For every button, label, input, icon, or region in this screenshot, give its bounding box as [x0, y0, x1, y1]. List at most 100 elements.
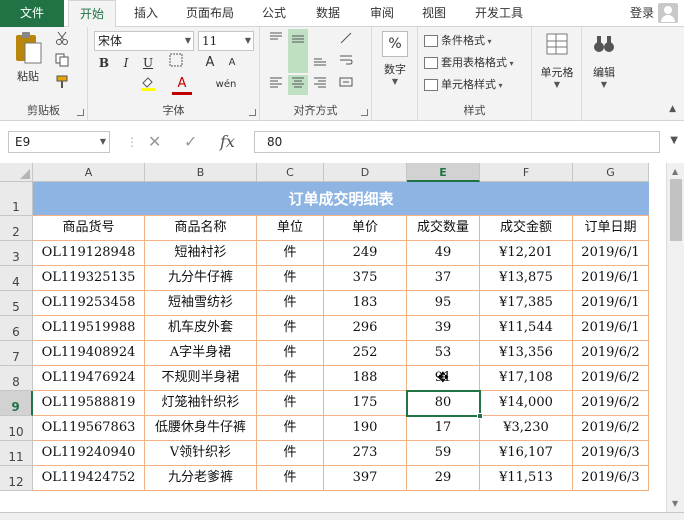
- column-title-cell[interactable]: 商品货号: [33, 216, 145, 241]
- paste-button[interactable]: 粘贴: [8, 31, 48, 95]
- row-header-7[interactable]: 7: [0, 341, 33, 366]
- row-header-4[interactable]: 4: [0, 266, 33, 291]
- tab-page-layout[interactable]: 页面布局: [176, 0, 244, 27]
- confirm-entry-icon[interactable]: ✓: [184, 131, 197, 153]
- table-cell[interactable]: 53: [407, 341, 480, 366]
- table-cell[interactable]: ¥17,108: [480, 366, 573, 391]
- format-as-table-button[interactable]: 套用表格格式 ▾: [424, 53, 514, 73]
- expand-formula-bar-icon[interactable]: ▼: [670, 135, 678, 146]
- table-cell[interactable]: 95: [407, 291, 480, 316]
- table-cell[interactable]: OL119424752: [33, 466, 145, 491]
- align-right-icon[interactable]: [310, 75, 330, 95]
- table-cell[interactable]: 2019/6/2: [573, 366, 649, 391]
- insert-function-icon[interactable]: fx: [220, 131, 235, 153]
- table-cell[interactable]: 175: [324, 391, 407, 416]
- column-header-g[interactable]: G: [573, 163, 649, 182]
- table-cell[interactable]: 短袖雪纺衫: [145, 291, 257, 316]
- table-cell[interactable]: 2019/6/1: [573, 316, 649, 341]
- column-title-cell[interactable]: 成交金额: [480, 216, 573, 241]
- table-cell[interactable]: 2019/6/2: [573, 341, 649, 366]
- column-title-cell[interactable]: 单价: [324, 216, 407, 241]
- cut-icon[interactable]: [52, 31, 72, 51]
- table-cell[interactable]: OL119253458: [33, 291, 145, 316]
- table-cell[interactable]: ¥3,230: [480, 416, 573, 441]
- tab-view[interactable]: 视图: [410, 0, 458, 27]
- table-cell[interactable]: 件: [257, 466, 324, 491]
- worksheet-grid[interactable]: ABCDEFG 1 2 3 4 5 6 7 8 9 10 11 12 订单成交明细表 商品货号 商品名称…: [0, 163, 684, 520]
- clipboard-launcher-icon[interactable]: [77, 109, 84, 116]
- editing-button[interactable]: 编辑 ▼: [584, 31, 624, 95]
- table-cell[interactable]: OL119476924: [33, 366, 145, 391]
- table-cell[interactable]: 375: [324, 266, 407, 291]
- table-cell[interactable]: 190: [324, 416, 407, 441]
- alignment-launcher-icon[interactable]: [361, 109, 368, 116]
- table-cell[interactable]: OL119519988: [33, 316, 145, 341]
- column-title-cell[interactable]: 成交数量: [407, 216, 480, 241]
- format-painter-icon[interactable]: [52, 75, 72, 95]
- table-cell[interactable]: ¥17,385: [480, 291, 573, 316]
- orientation-icon[interactable]: [336, 31, 356, 51]
- merge-center-icon[interactable]: [336, 75, 356, 95]
- user-avatar-icon[interactable]: [658, 3, 678, 23]
- select-all-corner[interactable]: [0, 163, 33, 182]
- table-cell[interactable]: ¥12,201: [480, 241, 573, 266]
- table-cell[interactable]: 件: [257, 241, 324, 266]
- table-cell[interactable]: 灯笼袖针织衫: [145, 391, 257, 416]
- table-cell[interactable]: 39: [407, 316, 480, 341]
- column-header-b[interactable]: B: [145, 163, 257, 182]
- underline-button[interactable]: U: [138, 53, 158, 73]
- column-title-cell[interactable]: 单位: [257, 216, 324, 241]
- table-cell[interactable]: 2019/6/1: [573, 241, 649, 266]
- tab-file[interactable]: 文件: [0, 0, 64, 27]
- table-cell[interactable]: OL119408924: [33, 341, 145, 366]
- row-header-1[interactable]: 1: [0, 182, 33, 216]
- column-header-f[interactable]: F: [480, 163, 573, 182]
- tab-data[interactable]: 数据: [304, 0, 352, 27]
- tab-formulas[interactable]: 公式: [250, 0, 298, 27]
- table-cell[interactable]: ¥14,000: [480, 391, 573, 416]
- borders-icon[interactable]: [166, 53, 186, 73]
- bold-button[interactable]: B: [94, 53, 114, 73]
- table-cell[interactable]: 2019/6/1: [573, 291, 649, 316]
- table-cell[interactable]: A字半身裙: [145, 341, 257, 366]
- copy-icon[interactable]: [52, 53, 72, 73]
- table-cell[interactable]: 80: [407, 391, 480, 416]
- table-cell[interactable]: 件: [257, 341, 324, 366]
- table-cell[interactable]: OL119588819: [33, 391, 145, 416]
- table-cell[interactable]: OL119240940: [33, 441, 145, 466]
- row-header-2[interactable]: 2: [0, 216, 33, 241]
- grow-font-button[interactable]: A: [200, 53, 220, 73]
- table-cell[interactable]: 低腰休身牛仔裤: [145, 416, 257, 441]
- table-cell[interactable]: ¥13,875: [480, 266, 573, 291]
- fill-handle[interactable]: [477, 413, 483, 419]
- font-size-select[interactable]: 11 ▼: [198, 31, 254, 51]
- font-launcher-icon[interactable]: [249, 109, 256, 116]
- table-cell[interactable]: 59: [407, 441, 480, 466]
- row-header-3[interactable]: 3: [0, 241, 33, 266]
- table-cell[interactable]: 2019/6/1: [573, 266, 649, 291]
- table-cell[interactable]: 37: [407, 266, 480, 291]
- cells-button[interactable]: 单元格 ▼: [536, 31, 578, 95]
- name-box[interactable]: E9 ▼: [8, 131, 110, 153]
- align-middle-icon[interactable]: [288, 29, 308, 73]
- table-cell[interactable]: 2019/6/3: [573, 441, 649, 466]
- formula-input[interactable]: 80: [254, 131, 660, 153]
- row-header-5[interactable]: 5: [0, 291, 33, 316]
- table-cell[interactable]: 不规则半身裙: [145, 366, 257, 391]
- conditional-formatting-button[interactable]: 条件格式 ▾: [424, 31, 492, 51]
- number-format-button[interactable]: % 数字 ▼: [378, 31, 412, 95]
- row-header-12[interactable]: 12: [0, 466, 33, 491]
- table-cell[interactable]: 252: [324, 341, 407, 366]
- align-left-icon[interactable]: [266, 75, 286, 95]
- table-cell[interactable]: V领针织衫: [145, 441, 257, 466]
- cell-styles-button[interactable]: 单元格样式 ▾: [424, 75, 503, 95]
- table-cell[interactable]: ¥11,544: [480, 316, 573, 341]
- table-cell[interactable]: 29: [407, 466, 480, 491]
- row-header-10[interactable]: 10: [0, 416, 33, 441]
- row-header-11[interactable]: 11: [0, 441, 33, 466]
- column-title-cell[interactable]: 商品名称: [145, 216, 257, 241]
- table-cell[interactable]: 九分老爹裤: [145, 466, 257, 491]
- table-cell[interactable]: 件: [257, 366, 324, 391]
- tab-insert[interactable]: 插入: [122, 0, 170, 27]
- tab-review[interactable]: 审阅: [358, 0, 406, 27]
